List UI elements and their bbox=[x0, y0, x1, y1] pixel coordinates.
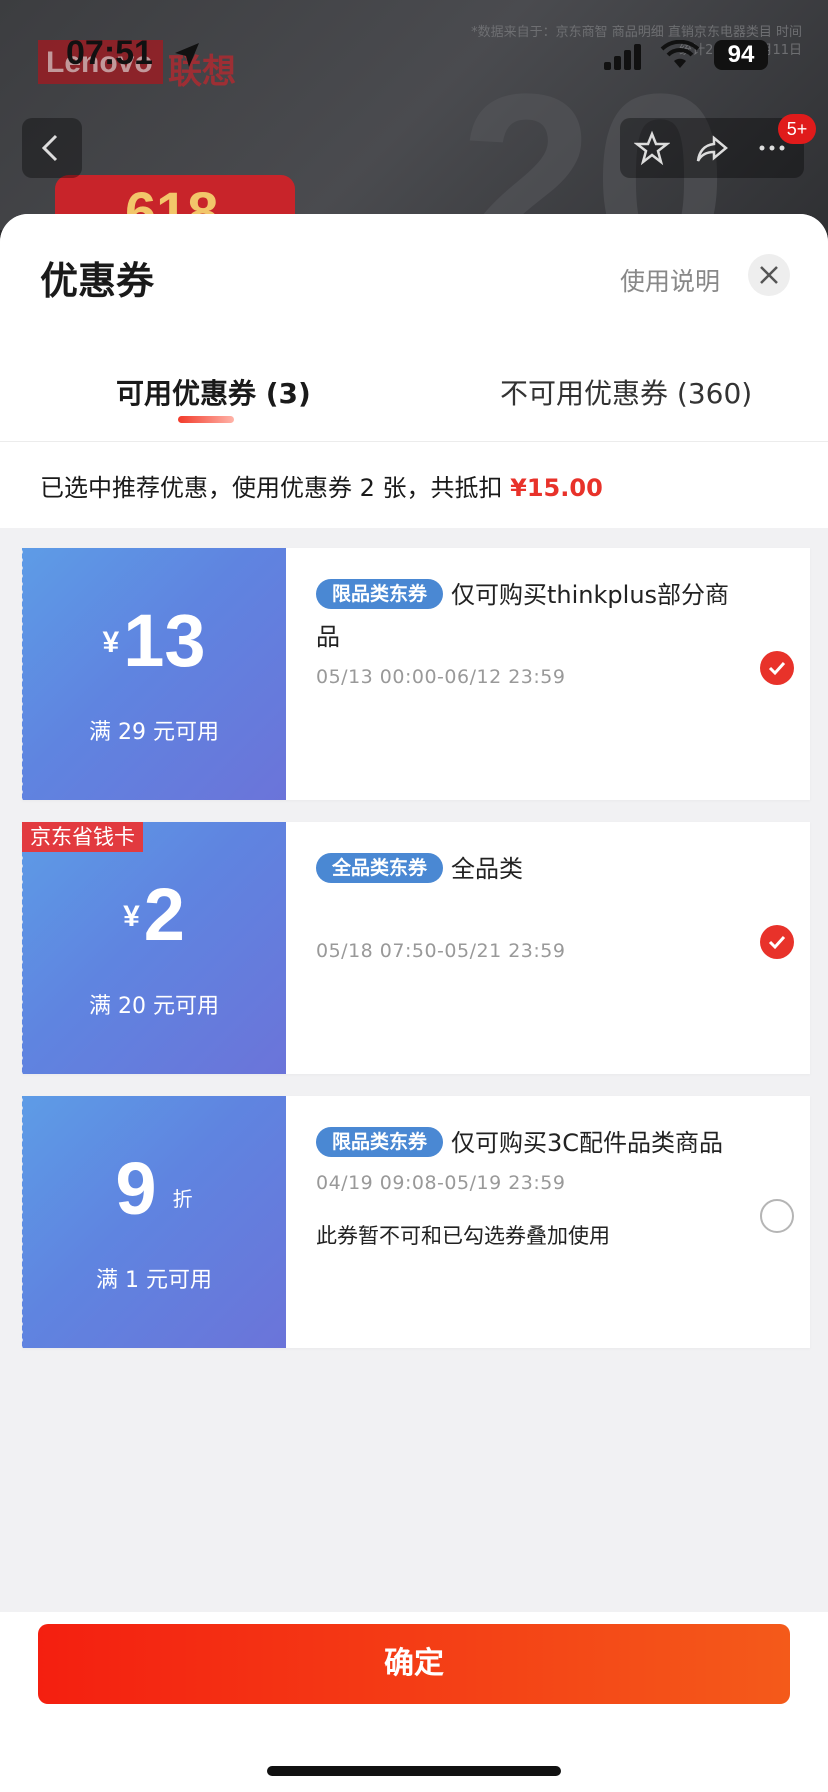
active-tab-indicator bbox=[178, 416, 234, 423]
location-arrow-icon bbox=[175, 43, 199, 67]
coupon-validity: 04/19 09:08-05/19 23:59 bbox=[316, 1172, 566, 1194]
share-icon[interactable] bbox=[694, 130, 730, 166]
coupon-sheet: 优惠券 使用说明 可用优惠券 (3) 不可用优惠券 (360) 已选中推荐优惠，… bbox=[0, 214, 828, 1792]
coupon-threshold: 满 20 元可用 bbox=[89, 994, 219, 1019]
coupon-checkbox[interactable] bbox=[760, 651, 794, 685]
close-icon bbox=[760, 266, 778, 284]
signal-icon bbox=[604, 44, 641, 70]
coupon-description: 全品类 bbox=[451, 855, 524, 883]
status-bar: 07:51 94 bbox=[0, 0, 828, 110]
confirm-button[interactable]: 确定 bbox=[38, 1624, 790, 1704]
coupon-description: 仅可购买3C配件品类商品 bbox=[451, 1129, 724, 1157]
coupon-checkbox[interactable] bbox=[760, 925, 794, 959]
coupon-details: 全品类东券 全品类 05/18 07:50-05/21 23:59 bbox=[316, 848, 736, 962]
coupon-checkbox[interactable] bbox=[760, 1199, 794, 1233]
summary-text: 已选中推荐优惠，使用优惠券 2 张，共抵扣 bbox=[40, 474, 511, 502]
coupon-amount: 2 bbox=[143, 873, 185, 956]
checkmark-icon bbox=[768, 935, 786, 950]
discount-total: ¥15.00 bbox=[510, 474, 603, 502]
coupon-threshold: 满 29 元可用 bbox=[89, 720, 219, 745]
home-indicator[interactable] bbox=[267, 1766, 561, 1776]
tab-unavailable-coupons[interactable]: 不可用优惠券 (360) bbox=[500, 372, 752, 412]
coupon-details: 限品类东券 仅可购买thinkplus部分商品 05/13 00:00-06/12… bbox=[316, 574, 736, 688]
currency-symbol: ¥ bbox=[102, 626, 120, 659]
coupon-validity: 05/18 07:50-05/21 23:59 bbox=[316, 940, 566, 962]
coupon-threshold: 满 1 元可用 bbox=[96, 1268, 212, 1293]
clock: 07:51 bbox=[66, 34, 153, 72]
coupon-card[interactable]: ¥13 满 29 元可用 限品类东券 仅可购买thinkplus部分商品 05/1… bbox=[20, 548, 810, 800]
coupon-conflict-note: 此券暂不可和已勾选券叠加使用 bbox=[316, 1224, 610, 1248]
coupon-type-tag: 限品类东券 bbox=[316, 579, 444, 609]
coupon-value-stub: 9折 满 1 元可用 bbox=[20, 1096, 286, 1348]
coupon-amount: 9 bbox=[115, 1147, 157, 1230]
coupon-value-stub: ¥13 满 29 元可用 bbox=[20, 548, 286, 800]
coupon-value-stub: ¥2 满 20 元可用 京东省钱卡 bbox=[20, 822, 286, 1074]
sheet-title: 优惠券 bbox=[40, 259, 155, 303]
header-actions bbox=[620, 118, 804, 178]
tab-available-coupons[interactable]: 可用优惠券 (3) bbox=[116, 372, 311, 412]
currency-symbol: ¥ bbox=[123, 900, 140, 933]
message-count-badge: 5+ bbox=[778, 114, 816, 144]
usage-instructions-link[interactable]: 使用说明 bbox=[620, 262, 720, 298]
wifi-icon bbox=[660, 40, 700, 68]
coupon-type-tag: 限品类东券 bbox=[316, 1127, 444, 1157]
back-button[interactable] bbox=[22, 118, 82, 178]
coupon-card[interactable]: ¥2 满 20 元可用 京东省钱卡 全品类东券 全品类 05/18 07:50-0… bbox=[20, 822, 810, 1074]
battery-indicator: 94 bbox=[714, 40, 768, 70]
sheet-header: 优惠券 使用说明 可用优惠券 (3) 不可用优惠券 (360) bbox=[0, 214, 828, 442]
chevron-left-icon bbox=[41, 134, 58, 162]
checkmark-icon bbox=[768, 661, 786, 676]
savings-card-tag: 京东省钱卡 bbox=[22, 822, 143, 852]
coupon-card[interactable]: 9折 满 1 元可用 限品类东券 仅可购买3C配件品类商品 04/19 09:08… bbox=[20, 1096, 810, 1348]
selection-summary: 已选中推荐优惠，使用优惠券 2 张，共抵扣 ¥15.00 bbox=[0, 442, 828, 528]
coupon-amount: 13 bbox=[123, 599, 206, 682]
sheet-footer: 确定 bbox=[0, 1612, 828, 1792]
star-icon[interactable] bbox=[634, 130, 670, 166]
discount-unit: 折 bbox=[172, 1187, 193, 1211]
coupon-details: 限品类东券 仅可购买3C配件品类商品 04/19 09:08-05/19 23:5… bbox=[316, 1122, 736, 1250]
close-button[interactable] bbox=[748, 254, 790, 296]
coupon-validity: 05/13 00:00-06/12 23:59 bbox=[316, 666, 566, 688]
coupon-type-tag: 全品类东券 bbox=[316, 853, 444, 883]
